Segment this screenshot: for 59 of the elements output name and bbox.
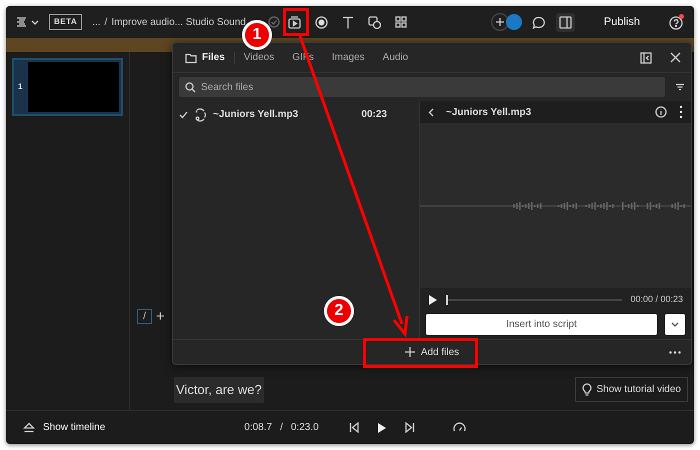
dropdown-button[interactable] — [665, 314, 685, 335]
add-icon[interactable] — [490, 13, 509, 31]
highlight-box — [283, 8, 309, 36]
play-icon[interactable] — [376, 422, 387, 434]
caret-icon[interactable] — [31, 20, 39, 24]
collapse-panel-icon[interactable] — [640, 52, 652, 64]
more-horizontal-icon[interactable] — [669, 350, 681, 354]
current-time: 0:08.7 — [244, 421, 272, 435]
comment-icon[interactable] — [532, 16, 546, 28]
help-icon[interactable] — [669, 14, 684, 30]
show-timeline-button[interactable]: Show timeline — [22, 419, 106, 436]
slash-command-button[interactable]: / — [137, 309, 152, 324]
plus-icon — [404, 347, 415, 357]
lightbulb-icon — [582, 383, 592, 396]
eject-icon — [23, 422, 35, 433]
info-icon[interactable] — [655, 106, 667, 118]
tutorial-button[interactable]: Show tutorial video — [574, 377, 688, 402]
slide-thumbnail[interactable]: 1 — [12, 58, 123, 116]
grid-icon[interactable] — [394, 16, 407, 28]
media-library-icon[interactable] — [288, 15, 301, 29]
media-tab[interactable]: Audio — [374, 52, 418, 64]
caret-icon — [671, 322, 679, 327]
time-separator: / — [280, 421, 283, 435]
media-tab[interactable]: Files — [183, 52, 235, 64]
audio-file-icon — [194, 108, 207, 122]
play-icon[interactable] — [428, 294, 438, 306]
beta-badge: BETA — [49, 14, 82, 30]
add-button[interactable]: + — [156, 309, 165, 324]
side-panel-icon[interactable] — [558, 16, 572, 28]
more-vertical-icon[interactable] — [679, 105, 683, 119]
playback-time: 00:00 / 00:23 — [630, 293, 683, 306]
back-icon[interactable] — [428, 108, 434, 116]
search-icon — [185, 82, 196, 92]
record-icon[interactable] — [314, 16, 328, 28]
breadcrumb-separator: / — [104, 16, 108, 30]
speed-icon[interactable] — [452, 422, 466, 433]
breadcrumb-link[interactable]: ... — [92, 14, 101, 30]
menu-icon[interactable] — [16, 16, 27, 28]
slide-number: 1 — [18, 81, 22, 93]
media-tab[interactable]: Images — [322, 52, 374, 64]
check-circle-icon — [268, 16, 280, 28]
script-text: Victor, are we? — [174, 377, 264, 402]
notification-dot — [679, 14, 684, 18]
close-icon[interactable] — [670, 52, 681, 63]
total-time: 0:23.0 — [290, 421, 319, 435]
file-row[interactable]: ~Juniors Yell.mp3 00:23 — [179, 105, 413, 124]
publish-button[interactable]: Publish — [594, 8, 649, 36]
insert-button[interactable]: Insert into script — [426, 314, 657, 335]
skip-forward-icon[interactable] — [404, 422, 415, 433]
search-field[interactable]: Search files — [179, 77, 665, 97]
filter-icon[interactable] — [675, 83, 685, 91]
folder-icon — [185, 52, 197, 64]
skip-back-icon[interactable] — [348, 422, 359, 433]
add-files-button[interactable]: Add files — [400, 342, 464, 362]
avatar-icon[interactable] — [506, 14, 522, 30]
preview-title: ~Juniors Yell.mp3 — [446, 106, 532, 120]
text-icon[interactable] — [342, 16, 354, 28]
media-tab[interactable]: Videos — [234, 52, 284, 64]
shapes-icon[interactable] — [368, 16, 381, 28]
